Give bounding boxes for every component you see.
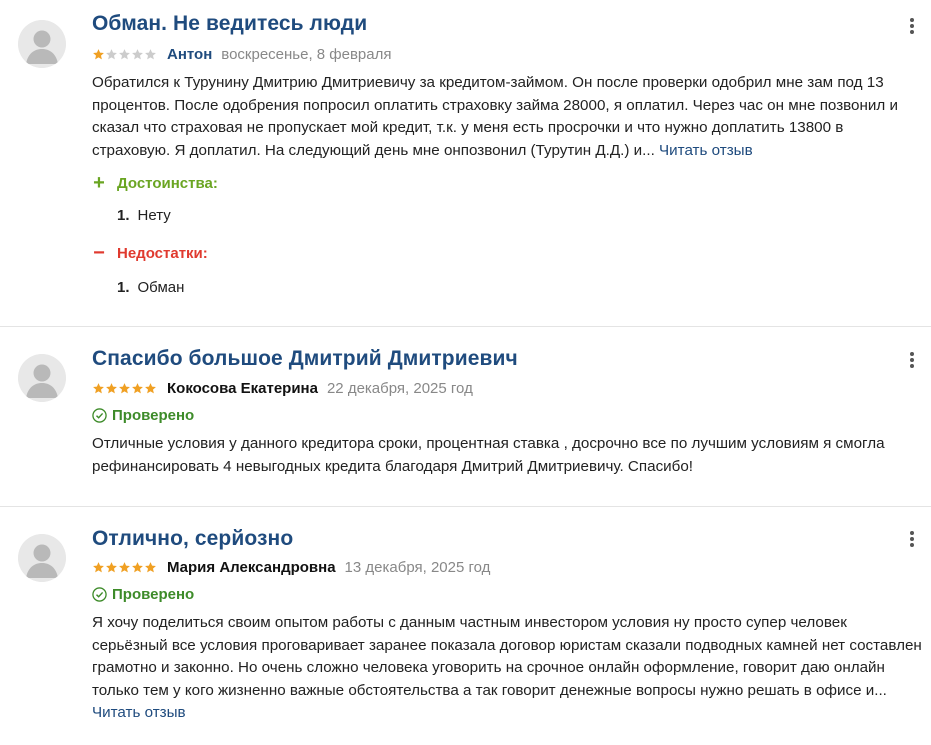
author-name[interactable]: Антон <box>167 46 212 63</box>
list-number: 1. <box>117 206 130 224</box>
star-empty-icon <box>145 48 156 59</box>
cons-item: 1. Обман <box>117 278 184 296</box>
check-circle-icon <box>92 586 107 602</box>
list-text: Нету <box>137 206 171 224</box>
rating-stars <box>92 561 157 574</box>
review-date: 13 декабря, 2025 год <box>344 558 491 576</box>
review-title[interactable]: Отлично, серйозно <box>92 527 293 551</box>
verified-badge: Проверено <box>92 406 194 424</box>
rating-stars <box>92 382 157 395</box>
avatar <box>18 20 66 68</box>
review-title[interactable]: Спасибо большое Дмитрий Дмитриевич <box>92 347 518 371</box>
star-filled-icon <box>93 48 104 59</box>
pros-label: Достоинства: <box>117 174 218 192</box>
star-filled-icon <box>132 382 143 393</box>
star-empty-icon <box>119 48 130 59</box>
star-filled-icon <box>106 382 117 393</box>
star-filled-icon <box>93 561 104 572</box>
star-filled-icon <box>119 382 130 393</box>
cons-header: − Недостатки: <box>92 242 208 264</box>
review-date: 22 декабря, 2025 год <box>326 379 473 397</box>
author-name: Кокосова Екатерина <box>167 379 318 397</box>
check-circle-icon <box>92 407 107 423</box>
review-card: Отлично, серйозно Мария Александровна 13… <box>0 507 931 745</box>
star-filled-icon <box>119 561 130 572</box>
review-text-content: Я хочу поделиться своим опытом работы с … <box>92 614 922 699</box>
star-filled-icon <box>132 561 143 572</box>
plus-icon: + <box>93 172 105 194</box>
verified-label: Проверено <box>112 406 195 424</box>
star-filled-icon <box>93 382 104 393</box>
more-options-icon[interactable] <box>907 529 917 549</box>
verified-badge: Проверено <box>92 585 194 603</box>
read-more-link[interactable]: Читать отзыв <box>659 142 753 159</box>
review-card: Обман. Не ведитесь люди Антон воскресень… <box>0 0 931 327</box>
minus-icon: − <box>93 242 105 264</box>
review-text: Обратился к Турунину Дмитрию Дмитриевичу… <box>92 72 922 162</box>
review-text-content: Отличные условия у данного кредитора сро… <box>92 435 885 475</box>
star-filled-icon <box>145 561 156 572</box>
star-empty-icon <box>106 48 117 59</box>
review-text: Отличные условия у данного кредитора сро… <box>92 433 922 478</box>
list-number: 1. <box>117 278 130 296</box>
review-meta: Мария Александровна 13 декабря, 2025 год <box>92 558 490 576</box>
list-text: Обман <box>137 278 185 296</box>
review-title[interactable]: Обман. Не ведитесь люди <box>92 12 367 36</box>
review-text: Я хочу поделиться своим опытом работы с … <box>92 612 922 725</box>
verified-label: Проверено <box>112 585 195 603</box>
review-meta: Кокосова Екатерина 22 декабря, 2025 год <box>92 379 473 397</box>
star-filled-icon <box>106 561 117 572</box>
review-date: воскресенье, 8 февраля <box>221 45 392 63</box>
review-meta: Антон воскресенье, 8 февраля <box>92 45 392 63</box>
more-options-icon[interactable] <box>907 16 917 36</box>
read-more-link[interactable]: Читать отзыв <box>92 704 186 721</box>
star-empty-icon <box>132 48 143 59</box>
more-options-icon[interactable] <box>907 350 917 370</box>
review-text-content: Обратился к Турунину Дмитрию Дмитриевичу… <box>92 74 898 159</box>
rating-stars <box>92 48 157 61</box>
pros-header: + Достоинства: <box>92 172 218 194</box>
avatar <box>18 354 66 402</box>
avatar <box>18 534 66 582</box>
star-filled-icon <box>145 382 156 393</box>
cons-label: Недостатки: <box>117 244 208 262</box>
review-card: Спасибо большое Дмитрий Дмитриевич Кокос… <box>0 327 931 507</box>
pros-item: 1. Нету <box>117 206 171 224</box>
author-name: Мария Александровна <box>167 558 336 576</box>
